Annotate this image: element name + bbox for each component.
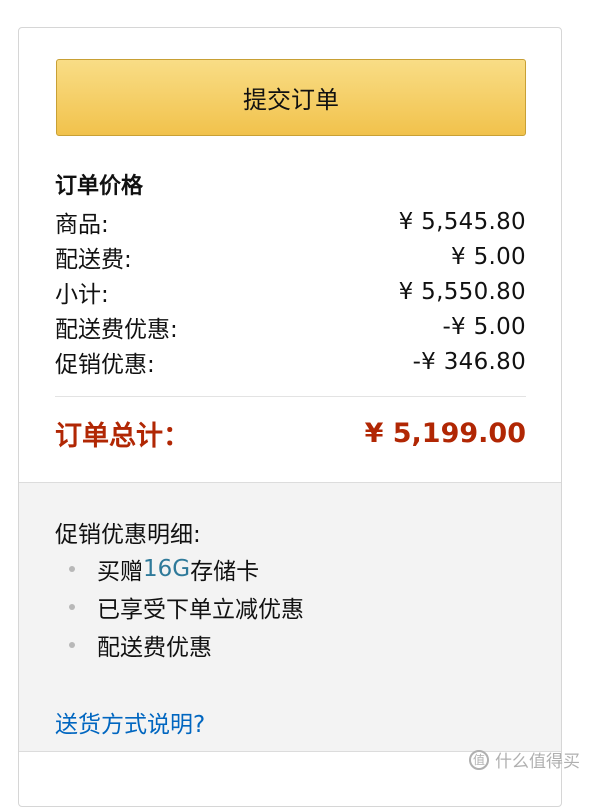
list-item: 买赠 16G 存储卡 [55, 550, 304, 588]
price-row-value: ¥ 5.00 [451, 243, 526, 270]
bullet-icon [69, 642, 75, 648]
promo-text-post: 存储卡 [190, 559, 260, 585]
promo-text-highlight: 16G [143, 556, 191, 582]
price-row-promo-discount: 促销优惠: -¥ 346.80 [55, 344, 526, 379]
price-row-subtotal: 小计: ¥ 5,550.80 [55, 274, 526, 309]
price-row-label: 配送费优惠: [55, 316, 178, 343]
price-row-items: 商品: ¥ 5,545.80 [55, 204, 526, 239]
order-total-label: 订单总计： [55, 420, 190, 452]
order-total: 订单总计： ¥ 5,199.00 [55, 412, 526, 454]
promo-text-pre: 配送费优惠 [97, 635, 212, 661]
price-row-value: -¥ 5.00 [442, 313, 526, 340]
submit-order-label: 提交订单 [243, 86, 339, 114]
price-row-value: ¥ 5,550.80 [398, 278, 526, 305]
order-total-value: ¥ 5,199.00 [364, 417, 526, 449]
price-row-label: 商品: [55, 211, 109, 238]
price-row-shipping: 配送费: ¥ 5.00 [55, 239, 526, 274]
zhi-icon: 值 [469, 749, 489, 770]
list-item: 已享受下单立减优惠 [55, 588, 304, 626]
watermark-text: 什么值得买 [495, 752, 580, 772]
submit-order-button[interactable]: 提交订单 [56, 59, 526, 136]
promotion-details-section: 促销优惠明细: 买赠 16G 存储卡 已享受下单立减优惠 配送费优惠 送货方式说明? [19, 482, 561, 752]
price-row-value: -¥ 346.80 [412, 348, 526, 375]
price-row-label: 配送费: [55, 246, 132, 273]
bullet-icon [69, 566, 75, 572]
price-row-value: ¥ 5,545.80 [398, 208, 526, 235]
shipping-info-link[interactable]: 送货方式说明? [55, 705, 205, 739]
price-row-shipping-discount: 配送费优惠: -¥ 5.00 [55, 309, 526, 344]
promo-text-pre: 已享受下单立减优惠 [97, 597, 304, 623]
promo-text-pre: 买赠 [97, 559, 143, 585]
list-item: 配送费优惠 [55, 626, 304, 664]
promotion-details-heading: 促销优惠明细: [55, 522, 201, 548]
price-breakdown: 商品: ¥ 5,545.80 配送费: ¥ 5.00 小计: ¥ 5,550.8… [55, 204, 526, 379]
order-price-heading: 订单价格 [55, 174, 144, 199]
divider [55, 396, 526, 397]
order-summary-panel: 提交订单 订单价格 商品: ¥ 5,545.80 配送费: ¥ 5.00 小计:… [18, 27, 562, 807]
watermark: 值 什么值得买 [469, 747, 580, 772]
price-row-label: 小计: [55, 281, 109, 308]
promotion-list: 买赠 16G 存储卡 已享受下单立减优惠 配送费优惠 [55, 550, 304, 664]
bullet-icon [69, 604, 75, 610]
price-row-label: 促销优惠: [55, 351, 155, 378]
